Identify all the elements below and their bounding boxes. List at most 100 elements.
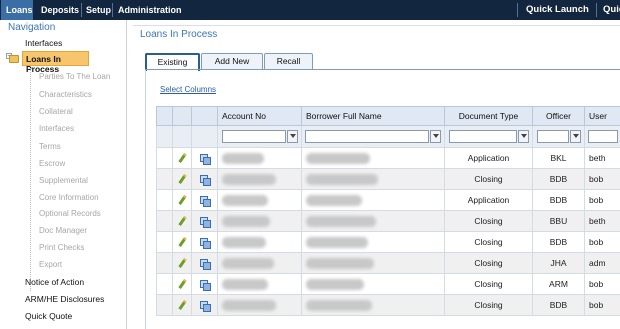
nav-item-quick-quote[interactable]: Quick Quote [25, 311, 72, 321]
edit-pencil-icon[interactable] [177, 258, 187, 269]
officer-cell: BDB [532, 168, 585, 190]
filter-icon[interactable] [569, 130, 581, 143]
table-row[interactable]: Closing BDB bob [156, 168, 620, 190]
officer-filter-input[interactable] [536, 130, 569, 143]
filter-icon[interactable] [430, 130, 441, 143]
left-navigation: Navigation Interfaces − Loans In Process… [0, 20, 127, 329]
nav-item-notice-of-action[interactable]: Notice of Action [25, 277, 84, 287]
filter-row [156, 125, 620, 148]
borrower-name-redacted [306, 257, 374, 269]
tab-recall[interactable]: Recall [264, 53, 313, 70]
borrower-name-redacted [306, 278, 364, 290]
table-row[interactable]: Closing BDB bob [156, 231, 620, 253]
quick-launch-menu[interactable]: Quick Launch [526, 0, 589, 20]
nav-title: Navigation [8, 22, 56, 33]
column-header-officer[interactable]: Officer [532, 106, 585, 126]
column-header-account-no[interactable]: Account No [217, 106, 302, 126]
nav-sub-supplemental[interactable]: Supplemental [39, 176, 88, 185]
borrower-name-redacted [306, 152, 370, 164]
nav-item-loans-in-process[interactable]: Loans In Process [22, 51, 89, 74]
column-header-document-type[interactable]: Document Type [444, 106, 533, 126]
table-row[interactable]: Closing BDB bob [156, 294, 620, 316]
borrower-filter-input[interactable] [305, 130, 429, 143]
officer-cell: BDB [532, 189, 585, 211]
officer-cell: BBU [532, 210, 585, 232]
edit-pencil-icon[interactable] [177, 279, 187, 290]
copy-icon[interactable] [199, 196, 211, 208]
officer-cell: BDB [532, 294, 585, 316]
nav-sub-optional-records[interactable]: Optional Records [39, 209, 101, 218]
nav-item-arm-he-disclosures[interactable]: ARM/HE Disclosures [25, 294, 104, 304]
copy-icon[interactable] [199, 217, 211, 229]
quick-menu-truncated[interactable]: Quic [603, 0, 620, 20]
user-cell: bob [584, 189, 620, 211]
menu-deposits[interactable]: Deposits [36, 0, 84, 20]
edit-pencil-icon[interactable] [177, 153, 187, 164]
folder-icon [9, 55, 19, 63]
filter-icon[interactable] [286, 130, 298, 143]
menu-administration[interactable]: Administration [113, 0, 187, 20]
edit-pencil-icon[interactable] [177, 174, 187, 185]
section-divider [133, 25, 620, 26]
document-type-cell: Closing [444, 273, 533, 295]
user-cell: bob [584, 273, 620, 295]
account-number-redacted [222, 257, 274, 269]
doctype-filter-input[interactable] [448, 130, 517, 143]
nav-sub-terms[interactable]: Terms [39, 142, 61, 151]
edit-pencil-icon[interactable] [177, 237, 187, 248]
table-row[interactable]: Closing ARM bob [156, 273, 620, 295]
document-type-cell: Closing [444, 168, 533, 190]
account-number-redacted [222, 173, 276, 185]
account-number-redacted [222, 194, 268, 206]
table-row[interactable]: Closing BBU beth [156, 210, 620, 232]
borrower-name-redacted [306, 173, 378, 185]
copy-icon[interactable] [199, 238, 211, 250]
table-row[interactable]: Application BDB bob [156, 189, 620, 211]
copy-icon[interactable] [199, 259, 211, 271]
nav-sub-parties[interactable]: Parties To The Loan [39, 72, 110, 81]
menu-loans[interactable]: Loans [1, 0, 33, 20]
nav-sub-core-information[interactable]: Core Information [39, 193, 99, 202]
column-header-borrower-name[interactable]: Borrower Full Name [301, 106, 445, 126]
copy-icon[interactable] [199, 175, 211, 187]
copy-icon[interactable] [199, 154, 211, 166]
tab-add-new[interactable]: Add New [201, 53, 263, 70]
filter-icon[interactable] [517, 130, 529, 143]
nav-item-interfaces[interactable]: Interfaces [25, 38, 62, 48]
tree-connector [30, 66, 31, 291]
nav-sub-interfaces[interactable]: Interfaces [39, 124, 74, 133]
document-type-cell: Closing [444, 252, 533, 274]
edit-pencil-icon[interactable] [177, 216, 187, 227]
account-number-redacted [222, 236, 266, 248]
nav-sub-export[interactable]: Export [39, 260, 62, 269]
menu-separator [517, 3, 518, 17]
nav-sub-print-checks[interactable]: Print Checks [39, 243, 84, 252]
user-cell: bob [584, 294, 620, 316]
column-header-user[interactable]: User [584, 106, 620, 126]
officer-cell: BKL [532, 147, 585, 169]
user-filter-input[interactable] [587, 130, 618, 143]
menu-setup[interactable]: Setup [81, 0, 116, 20]
borrower-name-redacted [306, 194, 362, 206]
account-filter-input[interactable] [221, 130, 286, 143]
document-type-cell: Closing [444, 231, 533, 253]
borrower-name-redacted [306, 215, 376, 227]
borrower-name-redacted [306, 236, 368, 248]
table-row[interactable]: Closing JHA adm [156, 252, 620, 274]
loans-grid: Account No Borrower Full Name Document T… [156, 106, 620, 316]
nav-sub-characteristics[interactable]: Characteristics [39, 90, 92, 99]
page-title: Loans In Process [140, 29, 218, 40]
copy-icon[interactable] [199, 280, 211, 292]
nav-sub-collateral[interactable]: Collateral [39, 107, 73, 116]
edit-pencil-icon[interactable] [177, 195, 187, 206]
user-cell: bob [584, 168, 620, 190]
account-number-redacted [222, 215, 270, 227]
select-columns-link[interactable]: Select Columns [160, 85, 216, 94]
edit-pencil-icon[interactable] [177, 300, 187, 311]
copy-icon[interactable] [199, 301, 211, 313]
table-row[interactable]: Application BKL beth [156, 147, 620, 169]
officer-cell: ARM [532, 273, 585, 295]
nav-sub-escrow[interactable]: Escrow [39, 159, 65, 168]
nav-sub-doc-manager[interactable]: Doc Manager [39, 226, 87, 235]
borrower-name-redacted [306, 299, 372, 311]
